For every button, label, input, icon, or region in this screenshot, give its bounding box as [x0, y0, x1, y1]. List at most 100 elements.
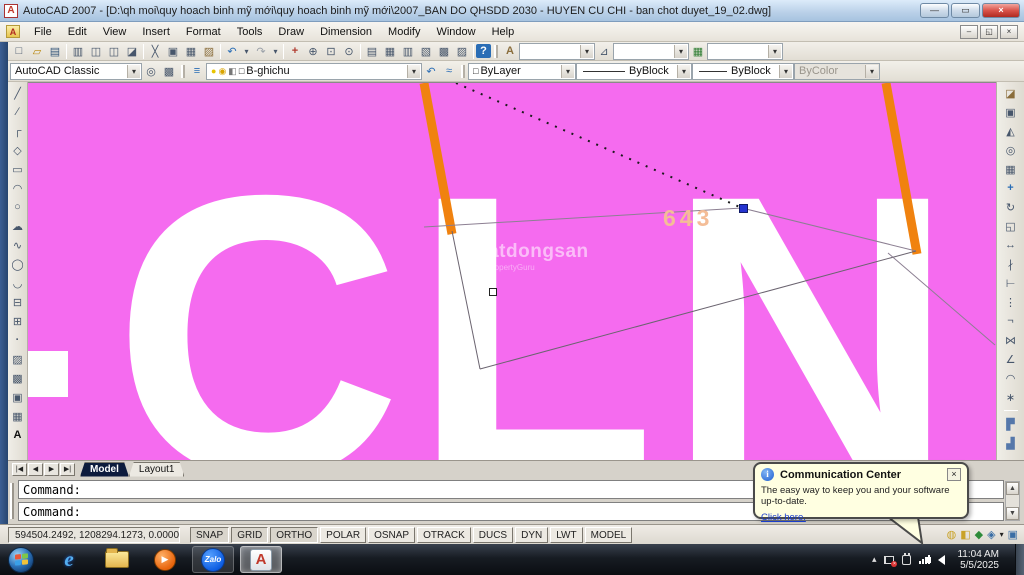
balloon-close-icon[interactable]: × — [947, 468, 961, 481]
toolbar-lock-icon[interactable]: ◧ — [960, 528, 970, 541]
toggle-ortho[interactable]: ORTHO — [270, 527, 318, 543]
chevron-down-icon[interactable]: ▾ — [768, 45, 781, 58]
taskbar-media-player[interactable]: ▶ — [144, 546, 186, 573]
sheet-set-manager-icon[interactable]: ▧ — [417, 43, 435, 59]
balloon-link[interactable]: Click here. — [761, 512, 806, 523]
construction-line-icon[interactable]: ∕ — [9, 104, 26, 120]
clean-screen-icon[interactable]: ▣ — [1008, 528, 1018, 541]
match-properties-icon[interactable]: ▨ — [200, 43, 218, 59]
selection-grip[interactable] — [739, 204, 748, 213]
menu-insert[interactable]: Insert — [134, 24, 178, 40]
toolbar-grip[interactable] — [494, 45, 498, 58]
paste-icon[interactable]: ▦ — [182, 43, 200, 59]
chevron-down-icon[interactable]: ▾ — [561, 65, 574, 78]
text-style-combo[interactable]: ▾ — [519, 43, 595, 60]
workspace-combo[interactable]: AutoCAD Classic ▾ — [10, 63, 142, 80]
road-line-right[interactable] — [886, 83, 917, 254]
revcloud-icon[interactable]: ☁ — [9, 218, 26, 234]
tab-prev-icon[interactable]: ◀ — [28, 463, 43, 476]
taskbar-autocad[interactable]: A — [240, 546, 282, 573]
toolbar-grip[interactable] — [181, 65, 185, 78]
parcel-edge-right[interactable] — [888, 253, 995, 345]
road-line-left[interactable] — [424, 83, 452, 234]
polygon-icon[interactable]: ◇ — [9, 142, 26, 158]
taskbar-clock[interactable]: 11:04 AM 5/5/2025 — [957, 549, 999, 571]
gradient-icon[interactable]: ▩ — [9, 370, 26, 386]
layer-properties-manager-icon[interactable]: ≡ — [188, 63, 206, 79]
command-scrollbar[interactable]: ▲ ▼ — [1005, 481, 1020, 521]
minimize-button[interactable]: — — [920, 3, 949, 18]
layer-previous-icon[interactable]: ↶ — [422, 63, 440, 79]
array-icon[interactable]: ▦ — [1002, 161, 1019, 177]
menu-view[interactable]: View — [95, 24, 135, 40]
redo-icon[interactable]: ↷ — [252, 43, 270, 59]
break-icon[interactable]: ¬ — [1002, 313, 1019, 329]
layer-combo[interactable]: ● ◉ ◧ □ B-ghichu ▾ — [206, 63, 422, 80]
show-desktop-button[interactable] — [1015, 544, 1024, 575]
designcenter-icon[interactable]: ▦ — [381, 43, 399, 59]
redo-dropdown-icon[interactable]: ▾ — [270, 43, 281, 59]
hatch-icon[interactable]: ▨ — [9, 351, 26, 367]
extend-icon[interactable]: ⊢ — [1002, 275, 1019, 291]
zoom-realtime-icon[interactable]: ⊕ — [304, 43, 322, 59]
trim-icon[interactable]: ∤ — [1002, 256, 1019, 272]
menu-dimension[interactable]: Dimension — [312, 24, 380, 40]
undo-icon[interactable]: ↶ — [223, 43, 241, 59]
join-icon[interactable]: ⋈ — [1002, 332, 1019, 348]
region-icon[interactable]: ▣ — [9, 389, 26, 405]
layer-states-icon[interactable]: ≈ — [440, 63, 458, 79]
menu-window[interactable]: Window — [428, 24, 483, 40]
tab-layout1[interactable]: Layout1 — [129, 462, 185, 477]
power-plug-icon[interactable] — [902, 555, 911, 565]
associated-standards-icon[interactable]: ◈ — [987, 528, 995, 541]
table-style-combo[interactable]: ▾ — [707, 43, 783, 60]
stretch-icon[interactable]: ↔ — [1002, 237, 1019, 253]
toggle-model[interactable]: MODEL — [585, 527, 633, 543]
plot-preview-icon[interactable]: ◫ — [87, 43, 105, 59]
chamfer-icon[interactable]: ∠ — [1002, 351, 1019, 367]
new-icon[interactable]: □ — [10, 43, 28, 59]
communication-center-icon[interactable]: ◍ — [947, 528, 957, 541]
tab-model[interactable]: Model — [80, 462, 129, 477]
bring-to-front-icon[interactable]: ▛ — [1002, 416, 1019, 432]
start-button[interactable] — [8, 547, 34, 573]
publish-3d-dwf-icon[interactable]: ◪ — [123, 43, 141, 59]
autocad-app-icon[interactable]: A — [4, 4, 18, 18]
selected-dashed-line[interactable] — [456, 83, 742, 208]
lineweight-combo[interactable]: ByBlock ▾ — [692, 63, 794, 80]
linetype-combo[interactable]: ByBlock ▾ — [576, 63, 692, 80]
maximize-button[interactable]: ▭ — [951, 3, 980, 18]
cut-icon[interactable]: ╳ — [146, 43, 164, 59]
zoom-previous-icon[interactable]: ⊙ — [340, 43, 358, 59]
show-hidden-icons[interactable]: ▴ — [872, 554, 877, 565]
zoom-window-icon[interactable]: ⊡ — [322, 43, 340, 59]
taskbar-file-explorer[interactable] — [96, 546, 138, 573]
taskbar-internet-explorer[interactable]: e — [48, 546, 90, 573]
tab-next-icon[interactable]: ▶ — [44, 463, 59, 476]
explode-icon[interactable]: ∗ — [1002, 389, 1019, 405]
menu-file[interactable]: File — [26, 24, 60, 40]
multiline-text-icon[interactable]: A — [9, 427, 26, 443]
toggle-polar[interactable]: POLAR — [320, 527, 366, 543]
help-icon[interactable]: ? — [476, 44, 491, 58]
layer-on-icon[interactable]: ● — [211, 66, 216, 76]
copy-object-icon[interactable]: ▣ — [1002, 104, 1019, 120]
mirror-icon[interactable]: ◭ — [1002, 123, 1019, 139]
toggle-otrack[interactable]: OTRACK — [417, 527, 471, 543]
menu-modify[interactable]: Modify — [380, 24, 428, 40]
coordinate-readout[interactable]: 594504.2492, 1208294.1273, 0.0000 — [8, 527, 180, 543]
toggle-lwt[interactable]: LWT — [550, 527, 582, 543]
break-at-point-icon[interactable]: ⋮ — [1002, 294, 1019, 310]
open-icon[interactable]: ▱ — [28, 43, 46, 59]
layer-color-swatch[interactable]: □ — [239, 66, 244, 76]
menu-format[interactable]: Format — [178, 24, 229, 40]
circle-icon[interactable]: ○ — [9, 199, 26, 215]
fillet-icon[interactable]: ◠ — [1002, 370, 1019, 386]
tab-first-icon[interactable]: |◀ — [12, 463, 27, 476]
chevron-down-icon[interactable]: ▾ — [407, 65, 420, 78]
drawing-file-icon[interactable]: A — [6, 25, 20, 38]
command-window-grip[interactable] — [10, 483, 14, 519]
color-combo[interactable]: □ ByLayer ▾ — [468, 63, 576, 80]
polyline-icon[interactable]: ┌ — [9, 123, 26, 139]
toolbar-grip[interactable] — [461, 65, 465, 78]
